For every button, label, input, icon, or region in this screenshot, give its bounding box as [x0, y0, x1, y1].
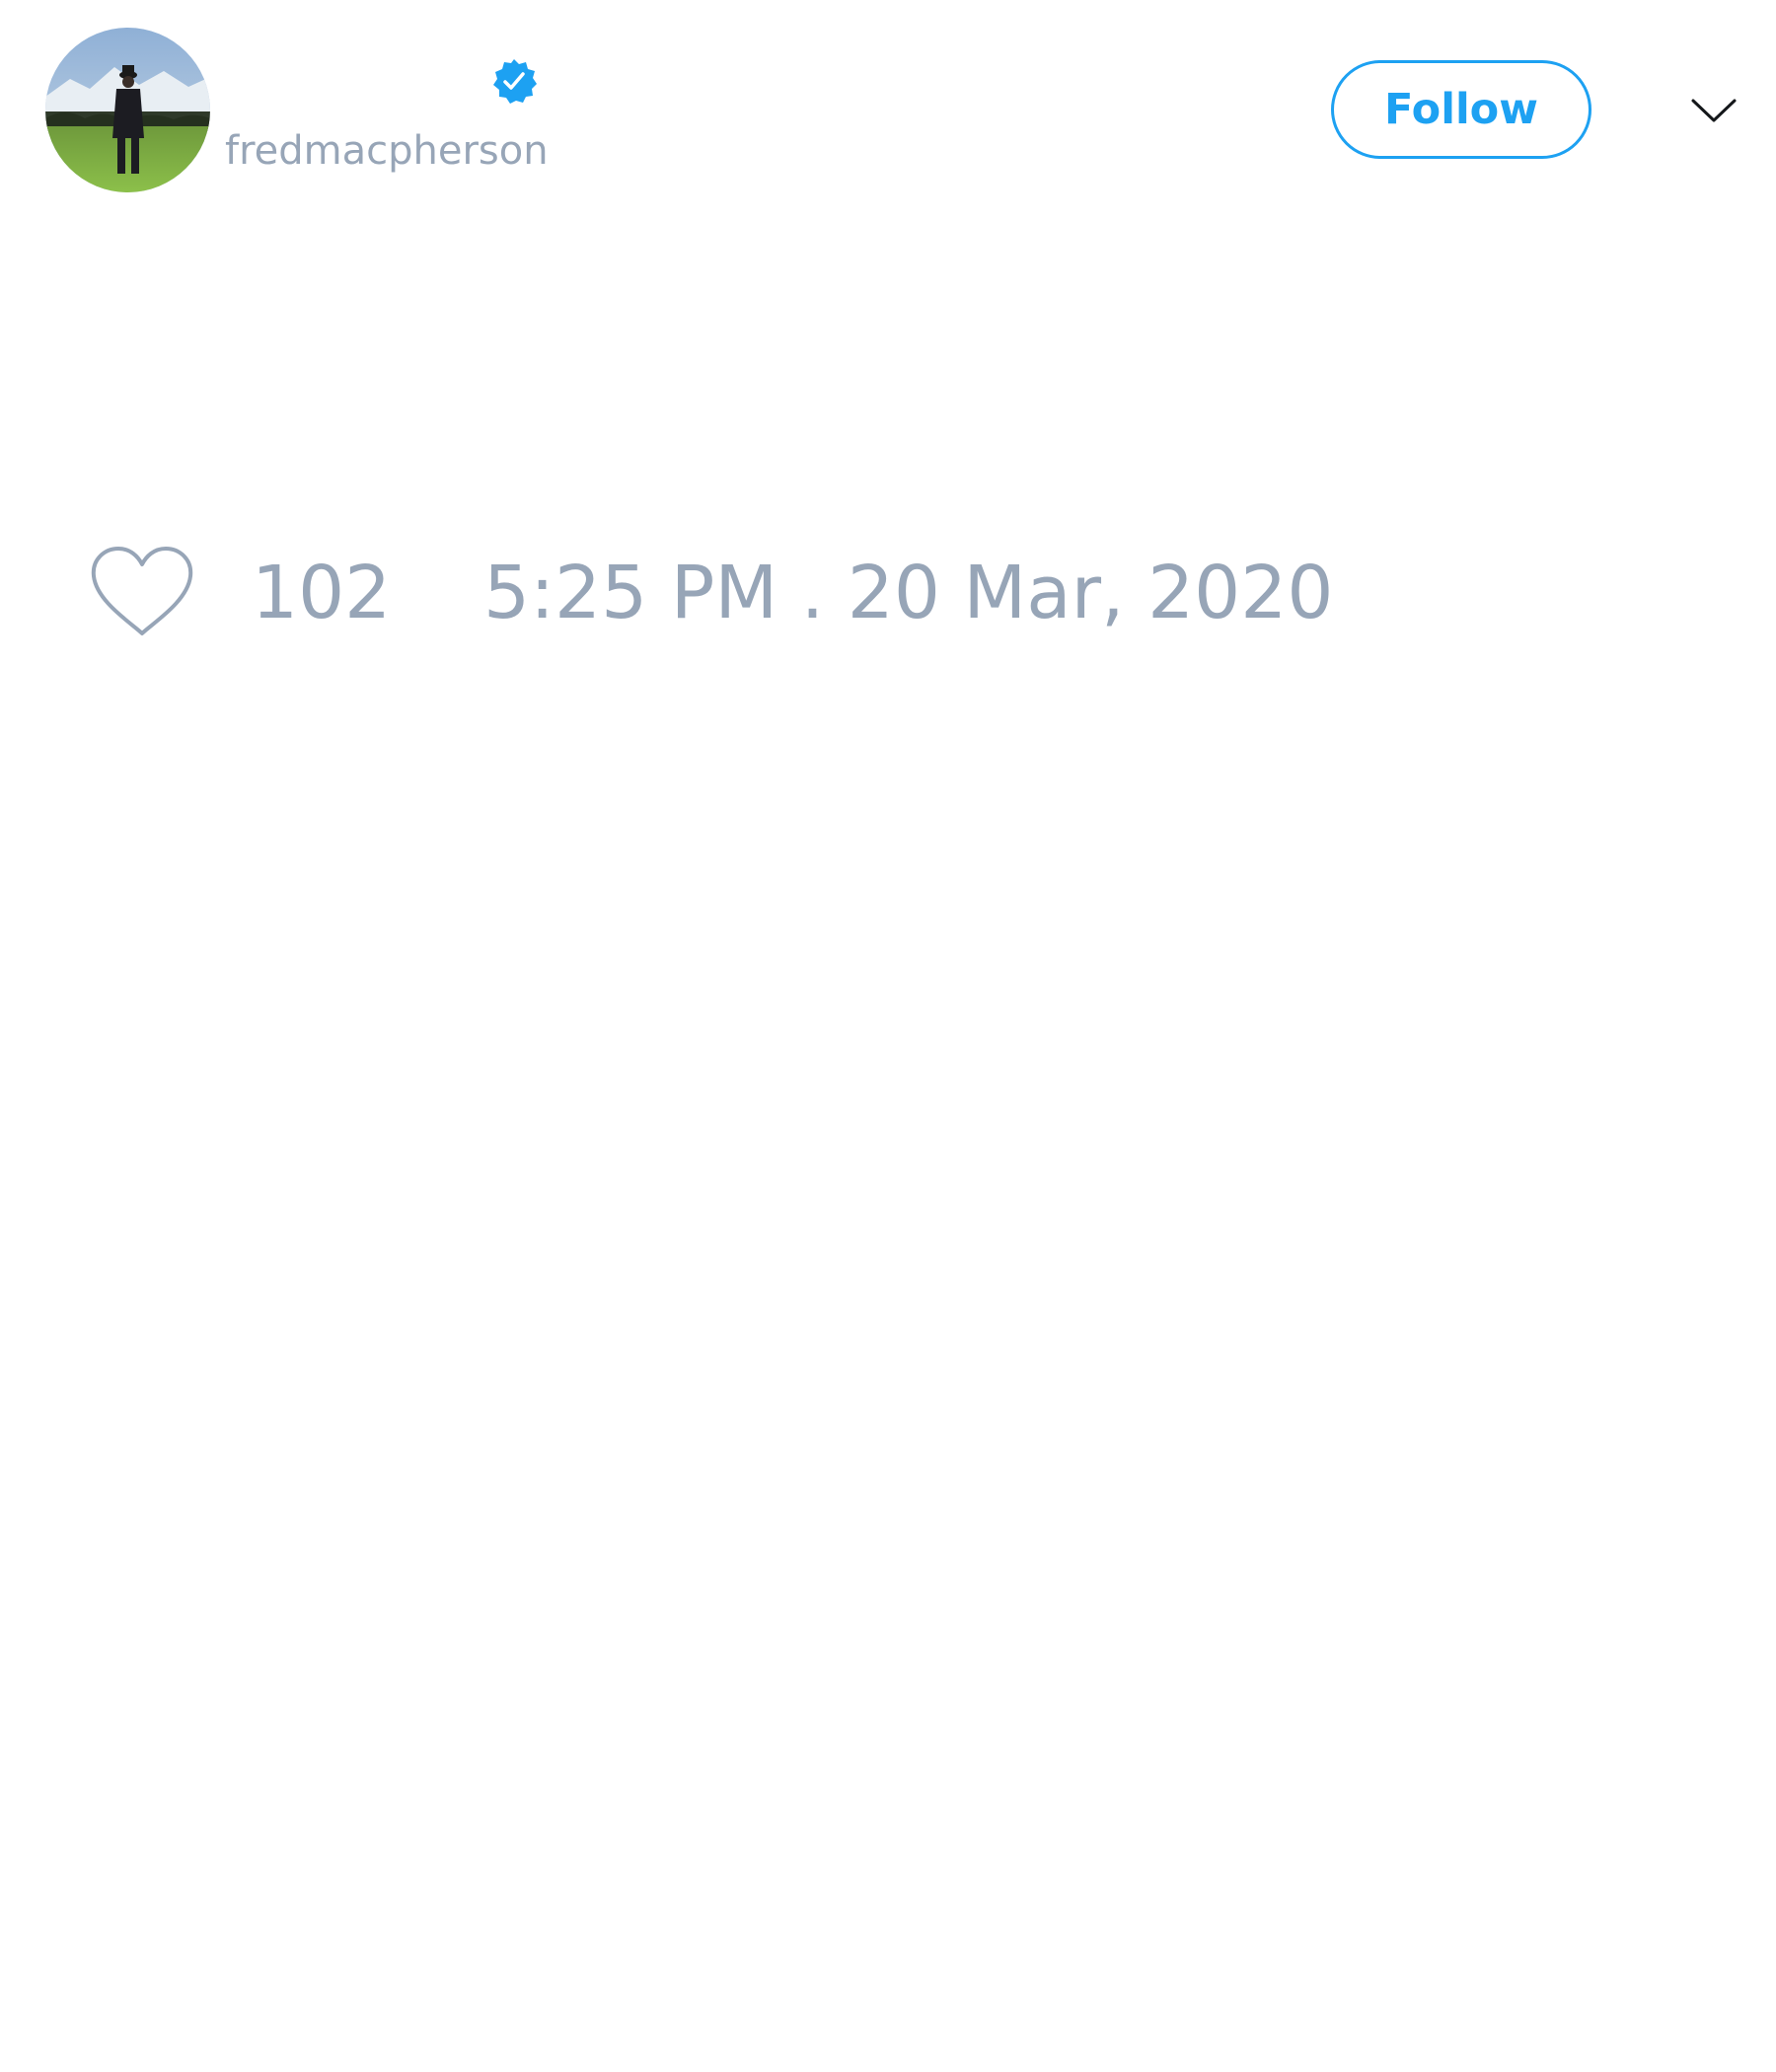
chevron-down-icon[interactable] [1689, 91, 1739, 130]
avatar-image [45, 28, 210, 192]
tweet-timestamp[interactable]: 5:25 PM . 20 Mar, 2020 [483, 551, 1333, 635]
avatar[interactable] [45, 28, 210, 192]
heart-icon[interactable] [89, 545, 195, 639]
follow-button[interactable]: Follow [1331, 60, 1591, 159]
verified-badge-icon [490, 57, 538, 105]
like-count: 102 [252, 551, 392, 635]
tweet-actions: 102 5:25 PM . 20 Mar, 2020 [0, 533, 1776, 651]
display-name[interactable] [225, 53, 481, 109]
tweet-header: fredmacpherson Follow [0, 0, 1776, 217]
user-handle[interactable]: fredmacpherson [225, 126, 549, 176]
